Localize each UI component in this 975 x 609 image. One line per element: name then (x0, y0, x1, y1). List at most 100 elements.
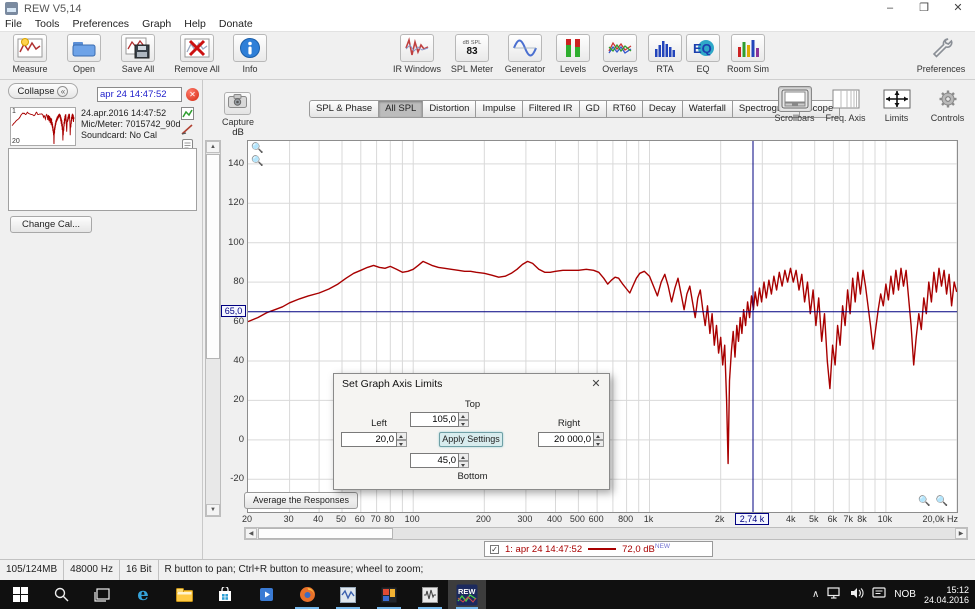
movies-tv-icon[interactable] (246, 580, 286, 609)
tab-filtered-ir[interactable]: Filtered IR (523, 100, 580, 118)
task-view-button[interactable] (82, 580, 122, 609)
remove-all-button[interactable]: Remove All (166, 34, 228, 74)
hint-text: R button to pan; Ctrl+R button to measur… (159, 560, 430, 580)
tab-spl-phase[interactable]: SPL & Phase (309, 100, 379, 118)
graph-view-buttons: Scrollbars Freq. Axis Limits Controls (771, 86, 971, 123)
right-spinner[interactable] (594, 432, 604, 447)
horizontal-scrollbar-thumb[interactable] (258, 528, 393, 539)
remove-measurement-icon[interactable]: ✕ (186, 88, 199, 101)
close-button[interactable]: ✕ (941, 0, 975, 18)
left-limit-field[interactable] (341, 432, 407, 447)
search-button[interactable] (41, 580, 81, 609)
trace-name: 1: apr 24 14:47:52 (505, 544, 582, 555)
language-indicator[interactable]: NOB (894, 589, 916, 600)
x-tick: 30 (284, 514, 294, 524)
start-button[interactable] (0, 580, 40, 609)
generator-button[interactable]: Generator (500, 34, 550, 74)
dialog-title: Set Graph Axis Limits (342, 378, 442, 390)
save-all-button[interactable]: Save All (112, 34, 164, 74)
trace-value: 72,0 dBNEW (622, 543, 670, 555)
maximize-button[interactable]: ❐ (907, 0, 941, 18)
trim-ir-icon[interactable] (181, 123, 194, 136)
tab-distortion[interactable]: Distortion (423, 100, 476, 118)
graph-info-icon[interactable] (181, 107, 194, 120)
app-color-icon[interactable] (369, 580, 409, 609)
tab-rt60[interactable]: RT60 (607, 100, 643, 118)
measurement-thumbnail[interactable]: 1 20 (10, 107, 76, 146)
x-tick: 60 (355, 514, 365, 524)
app-audio-icon[interactable] (328, 580, 368, 609)
y-tick: 40 (218, 355, 244, 366)
zoom-out-y-icon[interactable]: 🔍 (251, 156, 263, 167)
eq-icon: EQ (686, 34, 720, 62)
right-limit-field[interactable] (538, 432, 604, 447)
collapse-button[interactable]: Collapse « (8, 83, 78, 99)
menu-graph[interactable]: Graph (142, 18, 171, 31)
trace-checkbox[interactable]: ✓ (490, 545, 499, 554)
measurement-name-input[interactable] (97, 87, 182, 102)
top-spinner[interactable] (459, 412, 469, 427)
spl-meter-button[interactable]: dB SPL 83 SPL Meter (447, 34, 497, 74)
measure-button[interactable]: Measure (4, 34, 56, 74)
apply-settings-button[interactable]: Apply Settings (439, 432, 503, 447)
scroll-left-icon[interactable]: ◀ (245, 528, 257, 539)
zoom-out-x-icon[interactable]: 🔍 (935, 496, 947, 507)
eq-button[interactable]: EQ EQ (686, 34, 720, 74)
trace-new-badge: NEW (655, 543, 670, 550)
action-center-icon[interactable] (872, 586, 886, 604)
ir-windows-button[interactable]: IR Windows (390, 34, 444, 74)
scroll-right-icon[interactable]: ▶ (955, 528, 967, 539)
firefox-icon[interactable] (287, 580, 327, 609)
menu-file[interactable]: File (5, 18, 22, 31)
tab-gd[interactable]: GD (580, 100, 607, 118)
capture-button[interactable] (224, 92, 251, 115)
toolbar: Measure Open Save All Remove All Info (0, 32, 975, 80)
controls-button[interactable]: Controls (924, 86, 971, 123)
menu-tools[interactable]: Tools (35, 18, 60, 31)
top-limit-field[interactable] (410, 412, 469, 427)
info-button[interactable]: Info (230, 34, 270, 74)
bottom-limit-field[interactable] (410, 453, 469, 468)
spl-meter-icon: dB SPL 83 (455, 34, 489, 62)
rta-button[interactable]: RTA (647, 34, 683, 74)
network-icon[interactable] (827, 586, 842, 604)
left-spinner[interactable] (397, 432, 407, 447)
freq-axis-button[interactable]: Freq. Axis (822, 86, 869, 123)
open-folder-icon (67, 34, 101, 62)
volume-icon[interactable] (850, 586, 864, 604)
average-responses-button[interactable]: Average the Responses (244, 492, 358, 509)
measure-icon (13, 34, 47, 62)
measurement-info: 24.apr.2016 14:47:52 Mic/Meter: 7015742_… (81, 108, 181, 141)
store-icon[interactable] (205, 580, 245, 609)
preferences-button[interactable]: Preferences (913, 34, 969, 74)
horizontal-scrollbar[interactable]: ◀ ▶ (244, 527, 968, 540)
bottom-spinner[interactable] (459, 453, 469, 468)
levels-button[interactable]: Levels (553, 34, 593, 74)
change-cal-button[interactable]: Change Cal... (10, 216, 92, 233)
menu-donate[interactable]: Donate (219, 18, 253, 31)
app-waveform-icon[interactable] (410, 580, 450, 609)
open-button[interactable]: Open (58, 34, 110, 74)
limits-button[interactable]: Limits (873, 86, 920, 123)
rew-taskbar-icon[interactable]: REW (448, 580, 486, 609)
edge-icon[interactable]: e (123, 580, 163, 609)
window-title: REW V5,14 (24, 3, 81, 15)
tab-all-spl[interactable]: All SPL (379, 100, 423, 118)
file-explorer-icon[interactable] (164, 580, 204, 609)
measurements-list[interactable] (8, 148, 197, 211)
tab-decay[interactable]: Decay (643, 100, 683, 118)
tab-waterfall[interactable]: Waterfall (683, 100, 733, 118)
cursor-level-readout: 65,0 (221, 305, 246, 317)
menu-help[interactable]: Help (184, 18, 206, 31)
room-sim-button[interactable]: Room Sim (723, 34, 773, 74)
dialog-close-icon[interactable]: ✕ (589, 377, 603, 391)
scrollbars-button[interactable]: Scrollbars (771, 86, 818, 123)
tab-impulse[interactable]: Impulse (476, 100, 522, 118)
tray-expand-icon[interactable]: ∧ (812, 589, 819, 600)
zoom-in-y-icon[interactable]: 🔍 (251, 143, 263, 154)
minimize-button[interactable]: – (873, 0, 907, 18)
overlays-button[interactable]: Overlays (596, 34, 644, 74)
zoom-in-x-icon[interactable]: 🔍 (918, 496, 930, 507)
clock[interactable]: 15:12 24.04.2016 (924, 585, 973, 605)
menu-preferences[interactable]: Preferences (72, 18, 129, 31)
